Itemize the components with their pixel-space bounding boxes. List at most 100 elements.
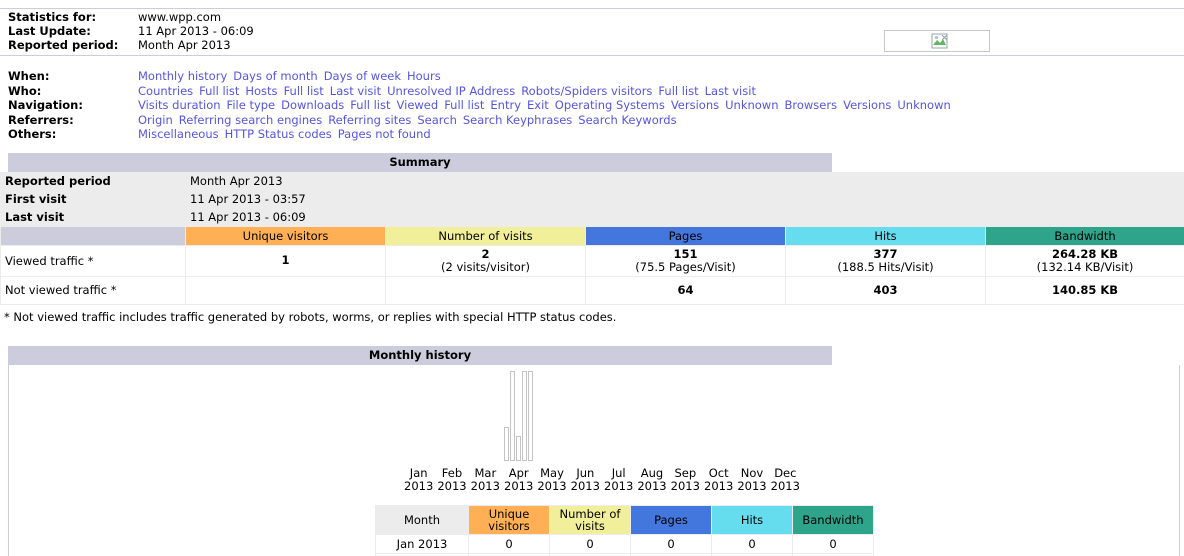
- header-value-last-update: 11 Apr 2013 - 06:09: [138, 24, 254, 38]
- nav-link-os-unknown[interactable]: Unknown: [725, 98, 778, 112]
- stats-header: Statistics for: www.wpp.com Last Update:…: [0, 8, 1184, 56]
- nav-link-robots-spiders-visitors[interactable]: Robots/Spiders visitors: [521, 84, 652, 98]
- nav-link-robots-last-visit[interactable]: Last visit: [705, 84, 756, 98]
- monthly-history-table: Month Unique visitors Number of visits P…: [375, 504, 874, 556]
- nav-link-browsers[interactable]: Browsers: [785, 98, 838, 112]
- summary-cell-viewed-pages: 151 (75.5 Pages/Visit): [585, 244, 786, 277]
- nav-link-countries[interactable]: Countries: [138, 84, 193, 98]
- summary-subvalue-viewed-pages: (75.5 Pages/Visit): [635, 259, 736, 274]
- nav-link-search-keyphrases[interactable]: Search Keyphrases: [463, 113, 572, 127]
- nav-link-downloads[interactable]: Downloads: [281, 98, 344, 112]
- summary-row-label-not-viewed-traffic: Not viewed traffic *: [0, 275, 186, 305]
- nav-link-viewed-full-list[interactable]: Full list: [444, 98, 484, 112]
- monthly-history-chart: [402, 370, 802, 467]
- summary-row-label-viewed-traffic: Viewed traffic *: [0, 244, 186, 277]
- nav-link-hours[interactable]: Hours: [407, 69, 441, 83]
- chart-bar-group: [704, 371, 734, 461]
- chart-x-label: Apr 2013: [502, 466, 535, 493]
- mh-header-pages: Pages: [630, 504, 712, 535]
- nav-label-who: Who:: [8, 83, 42, 98]
- chart-bar-group: [771, 371, 801, 461]
- chart-x-label-year: 2013: [704, 478, 734, 493]
- nav-label-referrers: Referrers:: [8, 112, 74, 127]
- header-label-reported-period: Reported period:: [8, 38, 119, 52]
- summary-header-number-of-visits: Number of visits: [385, 225, 586, 246]
- nav-link-file-type[interactable]: File type: [227, 98, 276, 112]
- nav-link-monthly-history[interactable]: Monthly history: [138, 69, 227, 83]
- chart-bar-group: [504, 370, 534, 461]
- header-row-statistics-for: Statistics for: www.wpp.com: [8, 11, 254, 25]
- summary-value-viewed-hits: 377: [873, 246, 898, 261]
- chart-x-label-year: 2013: [437, 478, 467, 493]
- nav-link-referring-sites[interactable]: Referring sites: [328, 113, 411, 127]
- nav-link-http-status-codes[interactable]: HTTP Status codes: [225, 127, 332, 141]
- mh-header-month: Month: [375, 504, 469, 535]
- chart-x-label-year: 2013: [637, 478, 667, 493]
- chart-bar-number-of-visits: [510, 370, 516, 461]
- nav-link-exit[interactable]: Exit: [527, 98, 549, 112]
- nav-links-who: Countries Full list Hosts Full list Last vis…: [138, 84, 957, 99]
- nav-link-os-versions[interactable]: Versions: [671, 98, 719, 112]
- summary-header-row: Unique visitors Number of visits Pages H…: [0, 225, 1184, 246]
- nav-link-entry[interactable]: Entry: [490, 98, 521, 112]
- chart-x-label: Jun 2013: [569, 466, 602, 493]
- summary-header-pages: Pages: [585, 225, 786, 246]
- nav-label-navigation: Navigation:: [8, 98, 83, 112]
- nav-link-operating-systems[interactable]: Operating Systems: [555, 98, 665, 112]
- mh-header-bandwidth: Bandwidth: [792, 504, 874, 535]
- nav-link-days-of-week[interactable]: Days of week: [324, 69, 401, 83]
- nav-link-search[interactable]: Search: [417, 113, 457, 127]
- nav-link-unresolved-ip-address[interactable]: Unresolved IP Address: [387, 84, 515, 98]
- nav-link-referring-search-engines[interactable]: Referring search engines: [179, 113, 322, 127]
- monthly-history-header-row: Month Unique visitors Number of visits P…: [375, 504, 874, 535]
- chart-x-label-year: 2013: [470, 478, 500, 493]
- summary-cell-notviewed-hits: 403: [785, 275, 986, 305]
- chart-bar-group: [671, 371, 701, 461]
- chart-x-label: Feb 2013: [435, 466, 468, 493]
- nav-link-pages-not-found[interactable]: Pages not found: [338, 127, 431, 141]
- header-label-last-update: Last Update:: [8, 24, 91, 38]
- nav-links-navigation: Visits duration File type Downloads Full li…: [138, 98, 957, 113]
- summary-meta-label-last-visit: Last visit: [0, 207, 186, 227]
- nav-link-browser-unknown[interactable]: Unknown: [897, 98, 950, 112]
- summary-cell-viewed-visits: 2 (2 visits/visitor): [385, 244, 586, 277]
- chart-bar-group: [471, 371, 501, 461]
- nav-links-referrers: Origin Referring search engines Referring …: [138, 113, 957, 128]
- table-row: Viewed traffic * 1 2 (2 visits/visitor) …: [0, 244, 1184, 277]
- table-row: Jan 2013 0 0 0 0 0: [375, 533, 874, 554]
- nav-link-browser-versions[interactable]: Versions: [843, 98, 891, 112]
- summary-value-viewed-visits: 2: [481, 246, 490, 261]
- chart-x-label: Aug 2013: [635, 465, 668, 493]
- logo-placeholder-box: [884, 30, 990, 52]
- nav-link-hosts[interactable]: Hosts: [245, 84, 277, 98]
- nav-row-when: When: Monthly history Days of month Days o…: [8, 69, 957, 84]
- chart-x-label: Nov 2013: [735, 466, 768, 493]
- nav-link-robots-full-list[interactable]: Full list: [658, 84, 698, 98]
- nav-link-countries-full-list[interactable]: Full list: [199, 84, 239, 98]
- chart-x-label-month: Mar: [474, 465, 497, 480]
- summary-value-notviewed-bandwidth: 140.85 KB: [1051, 282, 1119, 297]
- nav-link-days-of-month[interactable]: Days of month: [233, 69, 317, 83]
- chart-x-label-month: Aug: [640, 465, 664, 480]
- nav-link-miscellaneous[interactable]: Miscellaneous: [138, 127, 219, 141]
- chart-x-label: Jan 2013: [402, 465, 435, 493]
- header-row-last-update: Last Update: 11 Apr 2013 - 06:09: [8, 25, 254, 39]
- summary-header-blank: [0, 225, 186, 246]
- summary-cell-notviewed-visits: [385, 275, 586, 305]
- chart-x-label-month: Dec: [774, 465, 797, 480]
- nav-link-downloads-full-list[interactable]: Full list: [350, 98, 390, 112]
- nav-link-search-keywords[interactable]: Search Keywords: [578, 113, 676, 127]
- mh-cell-pg-0: 0: [630, 533, 712, 554]
- summary-meta-row-last-visit: Last visit 11 Apr 2013 - 06:09: [0, 207, 1184, 227]
- chart-x-label-year: 2013: [604, 478, 634, 493]
- nav-links-others: Miscellaneous HTTP Status codes Pages not …: [138, 127, 957, 142]
- nav-link-hosts-full-list[interactable]: Full list: [284, 84, 324, 98]
- summary-cell-viewed-bandwidth: 264.28 KB (132.14 KB/Visit): [984, 244, 1184, 277]
- summary-cell-notviewed-pages: 64: [585, 275, 786, 305]
- nav-link-origin[interactable]: Origin: [138, 113, 173, 127]
- nav-link-viewed[interactable]: Viewed: [397, 98, 439, 112]
- chart-bar-bandwidth: [528, 370, 534, 461]
- chart-x-label-month: Jan: [409, 465, 428, 480]
- nav-link-visits-duration[interactable]: Visits duration: [138, 98, 221, 112]
- nav-link-hosts-last-visit[interactable]: Last visit: [330, 84, 381, 98]
